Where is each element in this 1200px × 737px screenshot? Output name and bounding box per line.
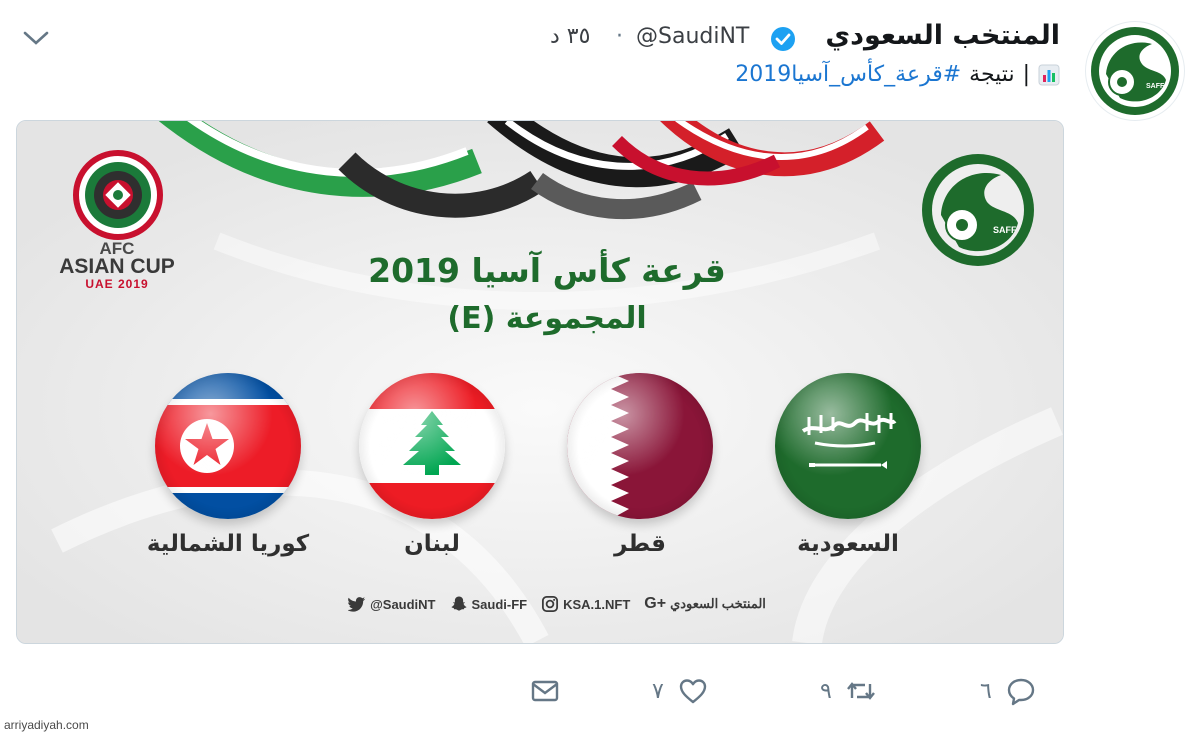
hashtag-link[interactable]: #قرعة_كأس_آسيا2019: [735, 62, 961, 87]
team-name: السعودية: [797, 531, 899, 557]
card-background: [17, 121, 1063, 643]
chevron-down-icon[interactable]: [22, 28, 50, 48]
instagram-icon: [542, 595, 559, 613]
flag-qatar: [567, 373, 713, 519]
bar-chart-icon: [1038, 64, 1060, 85]
body-separator: |: [1022, 62, 1030, 87]
tweet-body: | نتيجة #قرعة_كأس_آسيا2019: [735, 62, 1060, 87]
reply-count: ٦: [980, 678, 992, 704]
card-subtitle: المجموعة (E): [447, 301, 647, 336]
team-name: لبنان: [404, 531, 460, 557]
like-button[interactable]: ٧: [652, 676, 708, 706]
direct-message-button[interactable]: [530, 676, 560, 706]
google-plus-icon: G+: [644, 595, 667, 612]
display-name[interactable]: المنتخب السعودي: [825, 20, 1060, 51]
team-name: كوريا الشمالية: [146, 531, 310, 557]
team-name: قطر: [614, 531, 666, 557]
retweet-count: ٩: [820, 678, 832, 704]
google-plus-name: المنتخب السعودي: [670, 596, 766, 611]
envelope-icon: [531, 680, 559, 702]
afc-text-line3: UAE 2019: [85, 277, 149, 291]
snapchat-handle: Saudi-FF: [471, 596, 528, 612]
flag-lebanon: [359, 373, 505, 519]
twitter-handle: @SaudiNT: [370, 596, 436, 612]
snapchat-icon: [451, 596, 466, 611]
body-text: نتيجة: [969, 62, 1015, 87]
media-card[interactable]: AFC ASIAN CUP UAE 2019 SAFF قرعة كأس آسي…: [16, 120, 1064, 644]
user-handle[interactable]: @SaudiNT: [636, 24, 749, 49]
twitter-icon: [348, 597, 366, 612]
saff-logo-icon: SAFF: [922, 154, 1034, 266]
saff-logo-icon: SAFF: [1091, 27, 1179, 115]
reply-icon: [1007, 678, 1035, 706]
retweet-button[interactable]: ٩: [820, 676, 876, 706]
flag-saudi-arabia: [775, 373, 921, 519]
flag-north-korea: [155, 373, 301, 519]
heart-icon: [679, 679, 707, 704]
watermark: arriyadiyah.com: [4, 718, 89, 732]
time-separator: ·: [616, 24, 623, 49]
svg-text:SAFF: SAFF: [993, 225, 1017, 235]
svg-text:SAFF: SAFF: [1146, 83, 1165, 90]
instagram-handle: KSA.1.NFT: [563, 596, 631, 612]
afc-asian-cup-logo: [73, 150, 163, 240]
avatar[interactable]: SAFF: [1086, 22, 1184, 120]
card-title: قرعة كأس آسيا 2019: [368, 251, 726, 290]
reply-button[interactable]: ٦: [980, 676, 1036, 706]
verified-badge-icon: [771, 27, 795, 51]
social-handles: @SaudiNT Saudi-FF KSA.1.NFT G+ المنتخب ا…: [297, 595, 817, 613]
tweet-time[interactable]: ٣٥ د: [550, 24, 590, 49]
retweet-icon: [846, 682, 875, 700]
afc-text-line2: ASIAN CUP: [59, 255, 175, 278]
like-count: ٧: [652, 678, 664, 704]
